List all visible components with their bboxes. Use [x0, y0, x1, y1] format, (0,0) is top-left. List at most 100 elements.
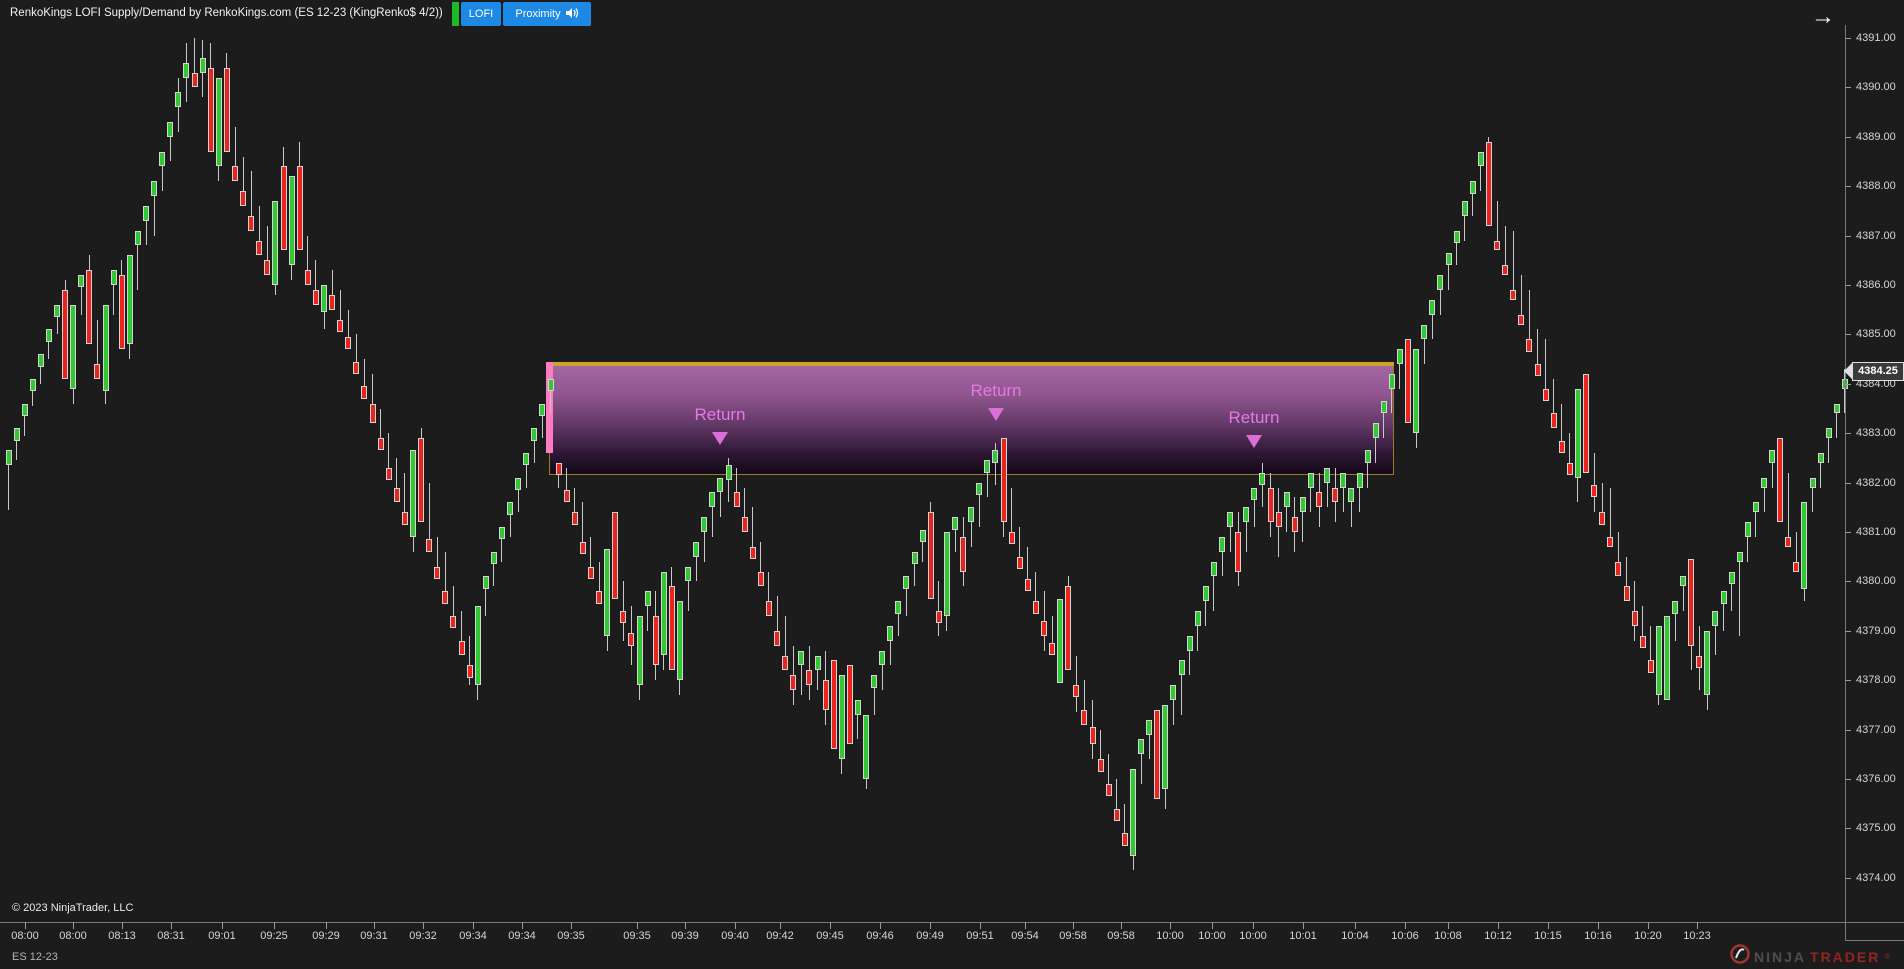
- price-tick: [1845, 38, 1851, 39]
- candle-up: [1348, 487, 1355, 503]
- candle-up: [1396, 349, 1403, 365]
- candle-down: [280, 166, 287, 251]
- time-label: 09:29: [312, 930, 340, 942]
- price-label: 4377.00: [1856, 723, 1896, 736]
- candle-up: [159, 151, 166, 167]
- price-tick: [1845, 383, 1851, 385]
- candle-down: [1121, 833, 1128, 846]
- time-label: 09:32: [409, 930, 437, 942]
- candle-down: [749, 546, 756, 560]
- ninjatrader-logo-icon: [1730, 944, 1750, 969]
- candle-up: [636, 615, 643, 686]
- candle-down: [830, 660, 837, 750]
- time-label: 09:46: [866, 930, 894, 942]
- candle-up: [78, 275, 85, 288]
- candle-down: [822, 680, 829, 710]
- time-tick: [25, 922, 26, 929]
- candle-up: [838, 675, 845, 760]
- time-tick: [171, 922, 172, 929]
- candle-up: [1186, 635, 1193, 651]
- price-tick: [1845, 334, 1851, 336]
- candle-up: [1736, 551, 1743, 562]
- candle-down: [94, 364, 101, 379]
- candle-up: [1194, 611, 1201, 626]
- time-tick: [1073, 922, 1074, 929]
- candle-up: [272, 201, 279, 285]
- time-tick: [880, 922, 881, 929]
- candle-down: [1502, 265, 1509, 276]
- time-tick: [374, 922, 375, 929]
- candle-down: [223, 67, 230, 152]
- candle-down: [1647, 660, 1654, 673]
- candle-down: [1275, 512, 1282, 528]
- candle-up: [871, 675, 878, 688]
- time-tick: [326, 922, 327, 929]
- lofi-button[interactable]: LOFI: [461, 2, 501, 26]
- time-label: 10:00: [1156, 930, 1184, 942]
- candle-down: [1518, 314, 1525, 325]
- candle-down: [1267, 487, 1274, 523]
- candle-up: [1761, 477, 1768, 488]
- price-tick: [1845, 235, 1851, 237]
- candle-down: [587, 566, 594, 579]
- candle-up: [879, 650, 886, 666]
- time-label: 09:34: [508, 930, 536, 942]
- axis-corner-line: [1845, 940, 1904, 941]
- time-label: 09:58: [1107, 930, 1135, 942]
- price-label: 4380.00: [1856, 575, 1896, 588]
- time-label: 08:31: [157, 930, 185, 942]
- candle-down: [1785, 536, 1792, 547]
- price-tick: [1845, 433, 1851, 435]
- candle-up: [952, 517, 959, 530]
- time-axis-line[interactable]: [0, 922, 1904, 923]
- candle-up: [1178, 660, 1185, 676]
- candle-down: [1591, 485, 1598, 498]
- candle-up: [1655, 625, 1662, 696]
- candle-down: [628, 633, 635, 646]
- candle-up: [1833, 403, 1840, 414]
- candle-up: [798, 650, 805, 666]
- return-arrow-icon: [1246, 435, 1262, 448]
- candle-down: [806, 670, 813, 686]
- price-label: 4376.00: [1856, 773, 1896, 785]
- candle-down: [1510, 289, 1517, 300]
- price-tick: [1845, 87, 1851, 89]
- candle-up: [717, 477, 724, 493]
- price-label: 4381.00: [1856, 526, 1896, 538]
- candle-down: [1793, 561, 1800, 572]
- candle-down: [1631, 611, 1638, 626]
- candle-down: [790, 675, 797, 691]
- candle-up: [1219, 536, 1225, 552]
- candle-up: [1421, 324, 1428, 340]
- candle-down: [765, 601, 772, 616]
- proximity-button[interactable]: Proximity: [503, 2, 591, 26]
- return-label: Return: [970, 381, 1022, 400]
- candle-wick: [994, 443, 996, 486]
- candle-up: [175, 92, 182, 108]
- candle-up: [1202, 586, 1209, 602]
- time-label: 09:31: [360, 930, 388, 942]
- candle-down: [620, 611, 627, 624]
- candle-wick: [1593, 452, 1595, 513]
- candle-up: [1146, 719, 1153, 735]
- candle-down: [571, 512, 578, 525]
- scroll-right-arrow-icon[interactable]: →: [1806, 1, 1840, 33]
- candle-up: [507, 502, 514, 515]
- time-label: 10:06: [1391, 930, 1419, 942]
- time-tick: [1170, 922, 1171, 929]
- candle-down: [1024, 578, 1031, 592]
- time-label: 10:16: [1584, 930, 1612, 942]
- candle-up: [126, 255, 133, 345]
- price-label: 4390.00: [1856, 81, 1896, 94]
- candle-down: [191, 72, 198, 88]
- time-tick: [222, 922, 223, 929]
- time-tick: [1303, 922, 1304, 929]
- candle-up: [1380, 401, 1387, 414]
- candle-up: [685, 566, 692, 582]
- ninjatrader-chart-window: RenkoKings LOFI Supply/Demand by RenkoKi…: [0, 0, 1904, 969]
- candle-up: [1720, 591, 1727, 604]
- time-label: 09:34: [459, 930, 487, 942]
- time-tick: [571, 922, 572, 929]
- candle-up: [547, 378, 554, 392]
- candle-up: [539, 403, 546, 416]
